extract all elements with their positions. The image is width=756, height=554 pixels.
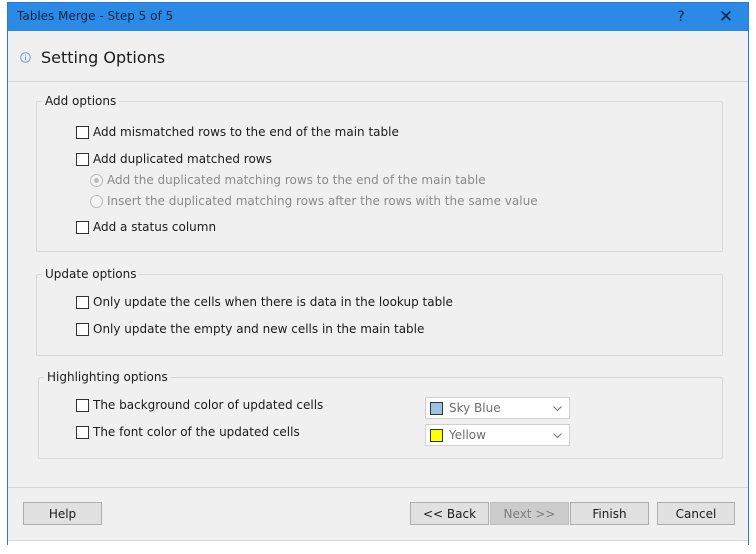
title-bar: Tables Merge - Step 5 of 5 ? ✕	[8, 3, 748, 31]
back-button[interactable]: << Back	[410, 502, 489, 525]
add-options-title: Add options	[42, 94, 120, 108]
highlighting-options-group: Highlighting options The background colo…	[38, 370, 723, 459]
highlighting-options-title: Highlighting options	[44, 370, 171, 384]
duplicated-rows-label: Add duplicated matched rows	[93, 152, 272, 166]
duplicated-rows-checkbox[interactable]	[76, 152, 89, 166]
only-lookup-checkbox[interactable]	[76, 295, 89, 309]
mismatched-rows-option[interactable]: Add mismatched rows to the end of the ma…	[76, 125, 399, 139]
footer-divider	[8, 487, 748, 488]
background-color-value: Sky Blue	[449, 401, 501, 415]
update-options-group: Update options Only update the cells whe…	[36, 267, 723, 356]
font-color-option[interactable]: The font color of the updated cells	[76, 425, 300, 439]
dup-to-end-option[interactable]: Add the duplicated matching rows to the …	[90, 173, 486, 187]
yellow-swatch	[430, 428, 443, 442]
sky-blue-swatch	[430, 401, 443, 415]
dup-to-end-radio[interactable]	[90, 173, 103, 187]
add-options-group: Add options Add mismatched rows to the e…	[36, 94, 723, 252]
duplicated-rows-option[interactable]: Add duplicated matched rows	[76, 152, 272, 166]
page-title: Setting Options	[41, 48, 166, 67]
update-options-title: Update options	[42, 267, 140, 281]
help-button[interactable]: Help	[23, 502, 102, 525]
step-header: Setting Options	[8, 31, 748, 82]
dup-after-radio[interactable]	[90, 194, 103, 208]
chevron-down-icon	[552, 430, 563, 444]
background-sheet-strip	[8, 540, 748, 545]
background-color-checkbox[interactable]	[76, 398, 89, 412]
only-empty-option[interactable]: Only update the empty and new cells in t…	[76, 322, 424, 336]
dup-after-option[interactable]: Insert the duplicated matching rows afte…	[90, 194, 538, 208]
window-title: Tables Merge - Step 5 of 5	[17, 9, 174, 23]
help-title-button[interactable]: ?	[658, 3, 704, 31]
cancel-button[interactable]: Cancel	[657, 502, 735, 525]
background-color-label: The background color of updated cells	[93, 398, 324, 412]
status-column-label: Add a status column	[93, 220, 217, 234]
status-column-checkbox[interactable]	[76, 220, 89, 234]
next-button[interactable]: Next >>	[490, 502, 569, 525]
only-lookup-option[interactable]: Only update the cells when there is data…	[76, 295, 453, 309]
font-color-dropdown[interactable]: Yellow	[425, 424, 570, 446]
dup-to-end-label: Add the duplicated matching rows to the …	[107, 173, 486, 187]
only-empty-label: Only update the empty and new cells in t…	[93, 322, 425, 336]
font-color-value: Yellow	[449, 428, 486, 442]
close-icon: ✕	[718, 7, 734, 27]
close-title-button[interactable]: ✕	[703, 3, 749, 31]
tables-merge-dialog: Tables Merge - Step 5 of 5 ? ✕ Setting O…	[7, 2, 749, 545]
font-color-label: The font color of the updated cells	[93, 425, 300, 439]
mismatched-rows-label: Add mismatched rows to the end of the ma…	[93, 125, 399, 139]
question-icon: ?	[677, 9, 685, 25]
status-column-option[interactable]: Add a status column	[76, 220, 216, 234]
background-color-dropdown[interactable]: Sky Blue	[425, 397, 570, 419]
mismatched-rows-checkbox[interactable]	[76, 125, 89, 139]
only-lookup-label: Only update the cells when there is data…	[93, 295, 453, 309]
chevron-down-icon	[552, 403, 563, 417]
background-color-option[interactable]: The background color of updated cells	[76, 398, 323, 412]
only-empty-checkbox[interactable]	[76, 322, 89, 336]
finish-button[interactable]: Finish	[570, 502, 649, 525]
dup-after-label: Insert the duplicated matching rows afte…	[107, 194, 538, 208]
font-color-checkbox[interactable]	[76, 425, 89, 439]
info-icon	[20, 52, 31, 66]
